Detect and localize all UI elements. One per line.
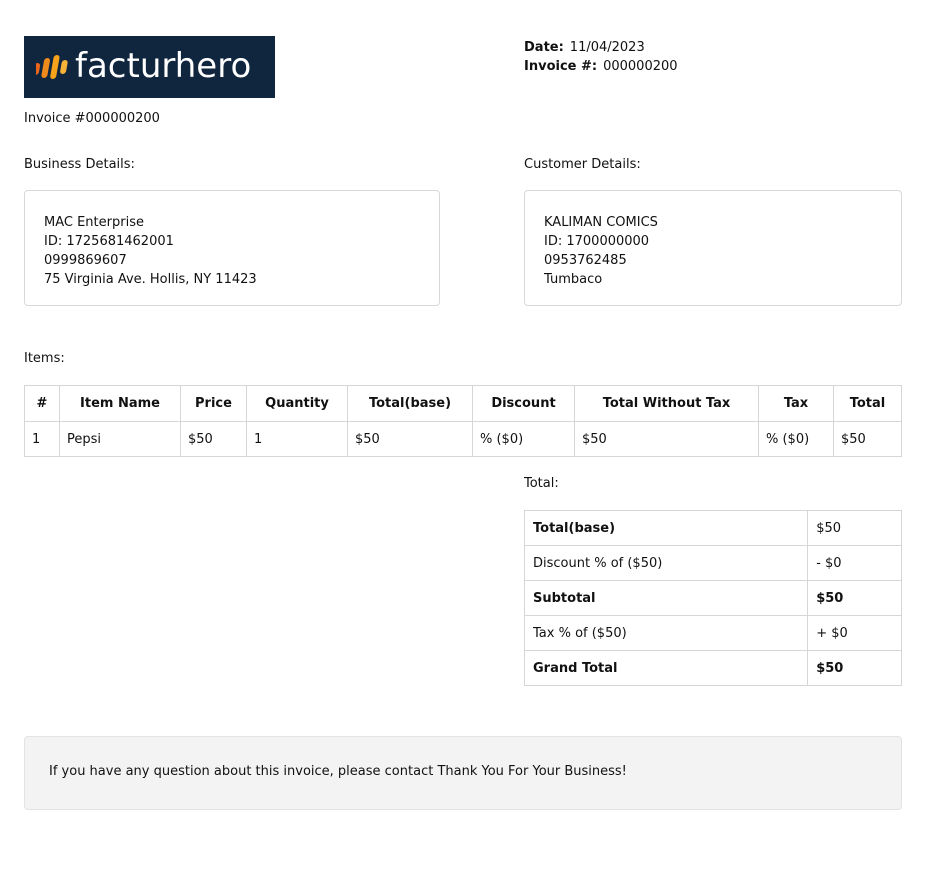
business-name: MAC Enterprise <box>44 215 144 230</box>
totals-row-total-base: Total(base) $50 <box>523 510 902 546</box>
date-label: Date: <box>524 40 564 55</box>
totals-row-discount: Discount % of ($50) - $0 <box>523 545 902 581</box>
item-price: $50 <box>180 421 247 457</box>
totals-row-subtotal: Subtotal $50 <box>523 580 902 616</box>
totals-label-total-base: Total(base) <box>523 510 809 546</box>
invoice-meta: Date: 11/04/2023 Invoice #: 000000200 <box>524 38 678 76</box>
business-phone: 0999869607 <box>44 253 127 268</box>
customer-id: ID: 1700000000 <box>544 234 650 249</box>
totals-value-discount: - $0 <box>807 545 902 581</box>
items-label: Items: <box>24 351 65 366</box>
totals-value-grand-total: $50 <box>807 650 902 686</box>
items-header-row: # Item Name Price Quantity Total(base) D… <box>24 385 902 422</box>
footer-text: If you have any question about this invo… <box>49 764 627 779</box>
invoice-title: Invoice #000000200 <box>24 111 160 126</box>
item-total-base: $50 <box>347 421 473 457</box>
totals-label: Total: <box>524 476 559 491</box>
item-quantity: 1 <box>246 421 348 457</box>
business-address: 75 Virginia Ave. Hollis, NY 11423 <box>44 272 257 287</box>
brand-logo: facturhero <box>24 36 275 98</box>
customer-details-label: Customer Details: <box>524 157 641 172</box>
customer-name: KALIMAN COMICS <box>544 215 658 230</box>
col-header-quantity: Quantity <box>246 385 348 422</box>
business-id: ID: 1725681462001 <box>44 234 174 249</box>
customer-address: Tumbaco <box>544 272 603 287</box>
totals-value-total-base: $50 <box>807 510 902 546</box>
items-table: # Item Name Price Quantity Total(base) D… <box>24 385 902 457</box>
totals-row-grand-total: Grand Total $50 <box>523 650 902 686</box>
business-details-label: Business Details: <box>24 157 135 172</box>
col-header-discount: Discount <box>472 385 575 422</box>
totals-label-tax: Tax % of ($50) <box>523 615 809 651</box>
totals-label-subtotal: Subtotal <box>523 580 809 616</box>
item-total-without-tax: $50 <box>574 421 759 457</box>
totals-label-grand-total: Grand Total <box>523 650 809 686</box>
customer-details-card: KALIMAN COMICS ID: 1700000000 0953762485… <box>524 190 902 306</box>
invoice-number-label: Invoice #: <box>524 59 598 74</box>
col-header-item-name: Item Name <box>59 385 181 422</box>
col-header-total-without-tax: Total Without Tax <box>574 385 759 422</box>
date-row: Date: 11/04/2023 <box>524 38 678 57</box>
totals-value-subtotal: $50 <box>807 580 902 616</box>
invoice-number-value: 000000200 <box>603 59 678 74</box>
totals-row-tax: Tax % of ($50) + $0 <box>523 615 902 651</box>
col-header-total-base: Total(base) <box>347 385 473 422</box>
col-header-price: Price <box>180 385 247 422</box>
customer-phone: 0953762485 <box>544 253 627 268</box>
invoice-number-row: Invoice #: 000000200 <box>524 57 678 76</box>
item-total: $50 <box>833 421 902 457</box>
footer-note: If you have any question about this invo… <box>24 736 902 810</box>
date-value: 11/04/2023 <box>569 40 645 55</box>
item-tax: % ($0) <box>758 421 834 457</box>
business-details-card: MAC Enterprise ID: 1725681462001 0999869… <box>24 190 440 306</box>
table-row: 1 Pepsi $50 1 $50 % ($0) $50 % ($0) $50 <box>24 421 902 457</box>
totals-label-discount: Discount % of ($50) <box>523 545 809 581</box>
item-name: Pepsi <box>59 421 181 457</box>
item-discount: % ($0) <box>472 421 575 457</box>
totals-value-tax: + $0 <box>807 615 902 651</box>
col-header-tax: Tax <box>758 385 834 422</box>
col-header-number: # <box>24 385 60 422</box>
brand-name: facturhero <box>75 46 252 86</box>
logo-bars-icon <box>36 55 68 79</box>
item-number: 1 <box>24 421 60 457</box>
totals-table: Total(base) $50 Discount % of ($50) - $0… <box>523 510 902 686</box>
col-header-total: Total <box>833 385 902 422</box>
